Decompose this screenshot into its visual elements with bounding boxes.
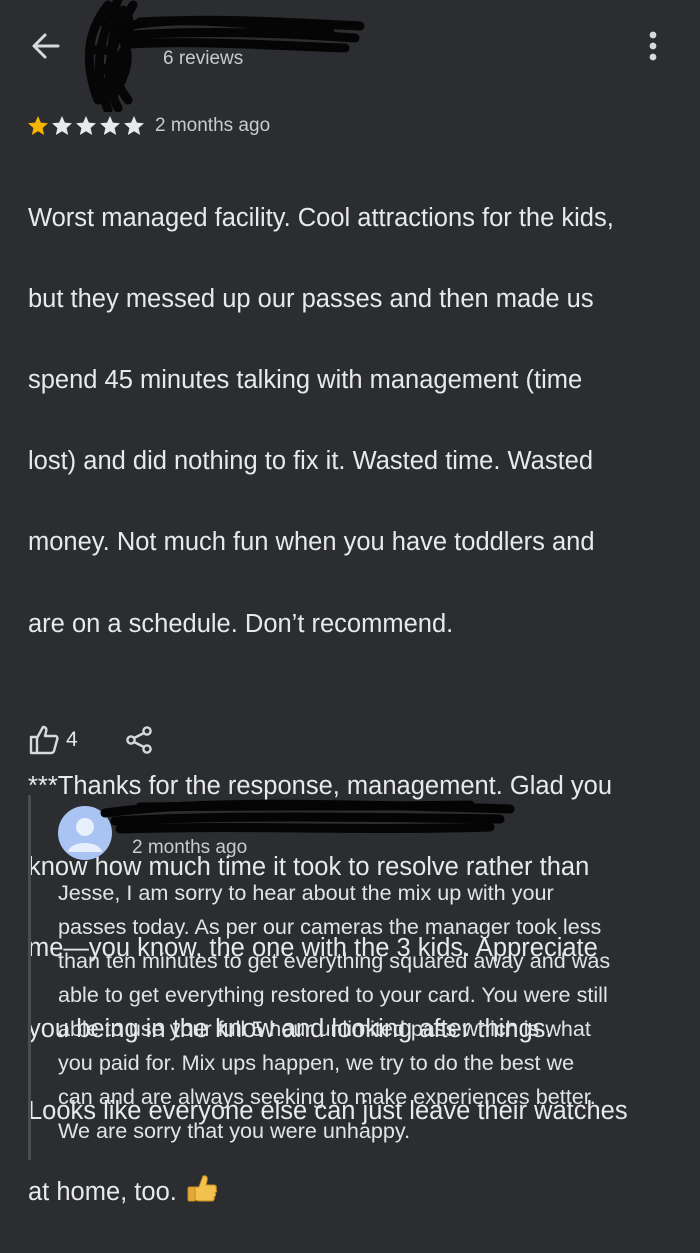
star-empty-icon [76, 116, 96, 135]
rating-row: 2 months ago [26, 112, 270, 140]
reply-line: able to get everything restored to your … [58, 982, 608, 1007]
star-empty-icon [124, 116, 144, 135]
reply-line: can and are always seeking to make exper… [58, 1084, 596, 1109]
review-actions: 4 [28, 720, 154, 760]
thumbs-up-emoji-icon [187, 1175, 217, 1202]
star-rating [26, 114, 146, 138]
like-button[interactable]: 4 [28, 724, 78, 756]
like-count: 4 [66, 728, 78, 751]
thumbs-up-outline-icon [29, 725, 59, 755]
star-empty-icon [52, 116, 72, 135]
share-icon [125, 726, 152, 754]
review-time: 2 months ago [155, 115, 271, 136]
review-line: Worst managed facility. Cool attractions… [28, 203, 614, 232]
reply-line: Jesse, I am sorry to hear about the mix … [58, 880, 554, 905]
review-line-last: at home, too. [28, 1172, 678, 1213]
reply-time: 2 months ago [132, 837, 248, 858]
arrow-left-icon [32, 33, 60, 59]
owner-reply-text: Jesse, I am sorry to hear about the mix … [58, 876, 678, 1148]
star-filled-icon [28, 116, 48, 135]
share-button[interactable] [124, 725, 154, 755]
reply-line: passes today. As per our cameras the man… [58, 914, 602, 939]
review-line: spend 45 minutes talking with management… [28, 365, 583, 394]
review-line: money. Not much fun when you have toddle… [28, 528, 595, 557]
reviewer-review-count: 6 reviews [163, 48, 244, 69]
more-options-button[interactable] [640, 28, 666, 64]
reply-line: you paid for. Mix ups happen, we try to … [58, 1050, 575, 1075]
star-empty-icon [100, 116, 120, 135]
review-last-text: at home, too. [28, 1177, 177, 1206]
reply-rail [28, 795, 31, 1160]
more-vert-icon [649, 31, 657, 61]
back-button[interactable] [26, 26, 66, 66]
reply-line: We are sorry that you were unhappy. [58, 1118, 411, 1143]
reply-line: able to use your full 5 hour unlimited p… [58, 1016, 591, 1041]
review-line: but they messed up our passes and then m… [28, 284, 594, 313]
review-line: are on a schedule. Don’t recommend. [28, 609, 454, 638]
redacted-owner-name-scribble [100, 799, 515, 834]
review-line: lost) and did nothing to fix it. Wasted … [28, 447, 594, 476]
reply-line: than ten minutes to get everything squar… [58, 948, 611, 973]
top-bar: 6 reviews [0, 0, 700, 112]
